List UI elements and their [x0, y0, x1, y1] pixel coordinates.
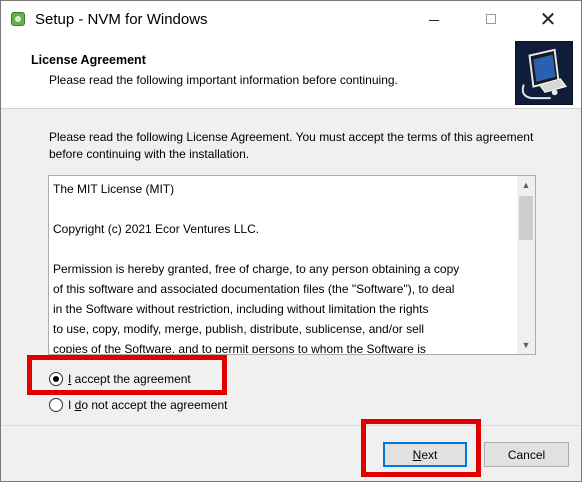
minimize-icon — [429, 19, 439, 21]
close-button[interactable]: ✕ — [525, 1, 571, 37]
license-copyright-line: Copyright (c) 2021 Ecor Ventures LLC. — [53, 222, 260, 236]
scrollbar-thumb[interactable] — [519, 196, 533, 240]
radio-selected-icon[interactable] — [49, 372, 63, 386]
close-icon: ✕ — [539, 8, 557, 31]
scroll-down-arrow-icon[interactable]: ▼ — [517, 336, 535, 354]
footer-divider — [1, 425, 581, 426]
maximize-icon — [486, 14, 496, 24]
page-subtitle: Please read the following important info… — [49, 73, 398, 87]
accept-agreement-label: I accept the agreement — [68, 372, 191, 386]
decline-agreement-radio[interactable]: I do not accept the agreement — [49, 396, 227, 414]
minimize-button[interactable] — [411, 1, 457, 37]
license-text-area[interactable]: The MIT License (MIT) Copyright (c) 2021… — [48, 175, 536, 355]
maximize-button[interactable] — [468, 1, 514, 37]
window-title: Setup - NVM for Windows — [35, 11, 208, 28]
scroll-up-arrow-icon[interactable]: ▲ — [517, 176, 535, 194]
setup-window: Setup - NVM for Windows ✕ License Agreem… — [0, 0, 582, 482]
app-icon — [11, 12, 25, 26]
title-bar[interactable]: Setup - NVM for Windows ✕ — [1, 1, 581, 37]
decline-agreement-label: I do not accept the agreement — [68, 398, 228, 412]
license-title-line: The MIT License (MIT) — [53, 182, 175, 196]
license-scrollbar[interactable]: ▲ ▼ — [517, 176, 535, 354]
license-permission-text: Permission is hereby granted, free of ch… — [53, 262, 460, 353]
radio-unselected-icon[interactable] — [49, 398, 63, 412]
cancel-button[interactable]: Cancel — [484, 442, 569, 467]
next-button[interactable]: Next — [383, 442, 467, 467]
accept-agreement-radio[interactable]: I accept the agreement — [49, 370, 191, 388]
license-instructions: Please read the following License Agreem… — [49, 130, 534, 161]
installer-computer-icon — [515, 41, 573, 105]
license-text: The MIT License (MIT) Copyright (c) 2021… — [53, 179, 513, 353]
wizard-header: License Agreement Please read the follow… — [1, 37, 581, 109]
page-title: License Agreement — [31, 53, 146, 67]
